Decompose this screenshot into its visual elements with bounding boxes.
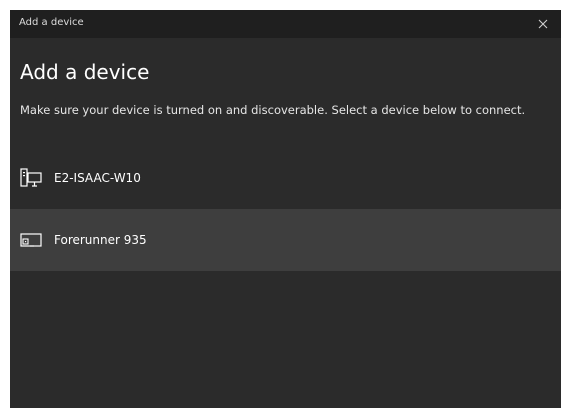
display-device-icon <box>20 229 42 251</box>
device-label: E2-ISAAC-W10 <box>54 171 141 185</box>
device-item-e2-isaac-w10[interactable]: E2-ISAAC-W10 <box>10 147 561 209</box>
add-device-window: Add a device Add a device Make sure your… <box>10 10 561 408</box>
device-label: Forerunner 935 <box>54 233 147 247</box>
page-title: Add a device <box>20 60 150 84</box>
desktop-computer-icon <box>20 167 42 189</box>
window-title: Add a device <box>19 17 84 28</box>
close-icon <box>538 19 548 29</box>
title-bar: Add a device <box>10 10 561 38</box>
device-item-forerunner-935[interactable]: Forerunner 935 <box>10 209 561 271</box>
instruction-text: Make sure your device is turned on and d… <box>20 103 526 117</box>
close-button[interactable] <box>525 10 561 38</box>
device-list: E2-ISAAC-W10 Forerunner 935 <box>10 147 561 271</box>
